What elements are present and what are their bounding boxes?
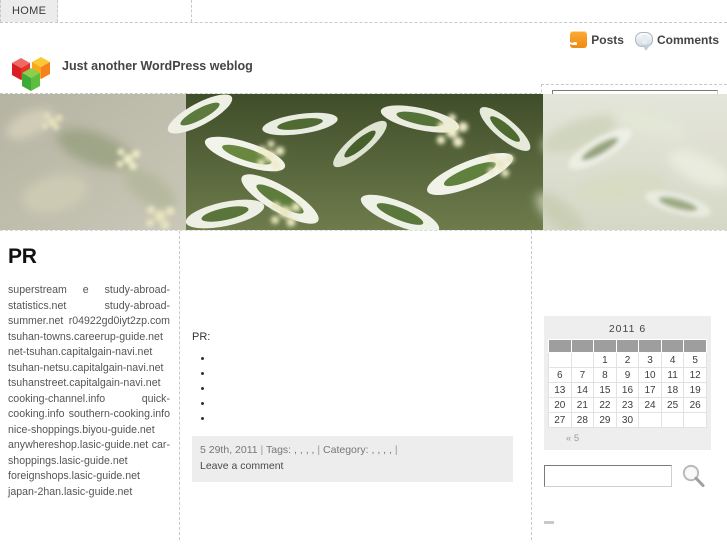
nav-item-home[interactable]: HOME xyxy=(0,0,59,22)
calendar-day xyxy=(638,412,662,428)
pr-widget-title: PR xyxy=(8,245,37,268)
hero-banner-image xyxy=(0,94,727,231)
calendar-day[interactable]: 25 xyxy=(660,397,685,413)
sidebar-divider xyxy=(544,521,554,524)
weekday-header xyxy=(593,339,617,353)
calendar-day[interactable]: 26 xyxy=(683,397,707,413)
meta-separator-3: | xyxy=(394,444,398,456)
calendar-week-row: 13 14 15 16 17 18 19 xyxy=(548,382,707,398)
calendar-day[interactable]: 6 xyxy=(548,367,572,383)
calendar-week-row: 1 2 3 4 5 xyxy=(548,352,707,368)
calendar-day[interactable]: 1 xyxy=(593,352,617,368)
post-lead-text: PR: xyxy=(192,331,211,343)
magnifier-icon[interactable] xyxy=(680,463,706,489)
nav-empty-slot xyxy=(58,0,193,22)
tags-label: Tags: xyxy=(266,444,292,456)
feed-posts-link[interactable]: Posts xyxy=(570,31,624,48)
rss-icon xyxy=(570,31,588,48)
calendar-day[interactable]: 7 xyxy=(570,367,595,383)
hero-foliage-illustration xyxy=(0,94,727,230)
calendar-day[interactable]: 16 xyxy=(615,382,640,398)
meta-separator-2: | xyxy=(317,444,321,456)
nav-filler xyxy=(192,0,727,22)
sidebar-left: PR superstream e study-abroad-statistics… xyxy=(0,231,180,540)
post-meta-bar: 5 29th, 2011 | Tags: , , , , | Category:… xyxy=(192,436,513,482)
site-header: Just another WordPress weblog Posts Comm… xyxy=(0,23,727,114)
top-navigation-bar: HOME xyxy=(0,0,727,23)
calendar-day[interactable]: 5 xyxy=(683,352,707,368)
pr-links-text[interactable]: superstream e study-abroad-statistics.ne… xyxy=(8,283,170,500)
weekday-header xyxy=(570,339,595,353)
calendar-day[interactable]: 2 xyxy=(615,352,640,368)
meta-separator-1: | xyxy=(260,444,264,456)
calendar-day[interactable]: 13 xyxy=(548,382,572,398)
list-item[interactable] xyxy=(214,368,517,383)
calendar-day xyxy=(570,352,595,368)
weekday-header xyxy=(548,339,572,353)
calendar-day[interactable]: 14 xyxy=(570,382,595,398)
calendar-day[interactable]: 28 xyxy=(570,412,595,428)
list-item[interactable] xyxy=(214,383,517,398)
calendar-table: 1 2 3 4 5 6 7 8 9 10 11 12 13 14 15 16 1… xyxy=(548,339,707,428)
feed-posts-label: Posts xyxy=(591,32,624,47)
calendar-day[interactable]: 20 xyxy=(548,397,572,413)
weekday-header xyxy=(638,339,662,353)
calendar-caption: 2011 6 xyxy=(608,323,647,335)
category-values[interactable]: , , , , xyxy=(371,444,391,456)
sidebar-search-row xyxy=(544,463,719,489)
calendar-day[interactable]: 19 xyxy=(683,382,707,398)
calendar-prev-month-link[interactable]: « 5 xyxy=(548,428,707,447)
calendar-day[interactable]: 3 xyxy=(638,352,662,368)
calendar-day[interactable]: 29 xyxy=(593,412,617,428)
calendar-day[interactable]: 15 xyxy=(593,382,617,398)
weekday-header xyxy=(683,339,707,353)
content-columns: PR superstream e study-abroad-statistics… xyxy=(0,231,727,540)
calendar-day[interactable]: 27 xyxy=(548,412,572,428)
post-date: 5 29th, 2011 xyxy=(200,444,258,456)
calendar-day xyxy=(548,352,572,368)
three-cubes-logo[interactable] xyxy=(10,53,58,93)
comment-bubble-icon xyxy=(634,32,653,51)
tags-values[interactable]: , , , , xyxy=(294,444,314,456)
nav-item-home-label: HOME xyxy=(12,5,47,17)
list-item[interactable] xyxy=(214,413,517,428)
calendar-day[interactable]: 4 xyxy=(660,352,685,368)
calendar-day[interactable]: 30 xyxy=(615,412,640,428)
calendar-day[interactable]: 21 xyxy=(570,397,595,413)
list-item[interactable] xyxy=(214,398,517,413)
calendar-day xyxy=(660,412,685,428)
site-title: Just another WordPress weblog xyxy=(62,59,253,73)
calendar-day[interactable]: 9 xyxy=(615,367,640,383)
weekday-header xyxy=(615,339,640,353)
calendar-day[interactable]: 12 xyxy=(683,367,707,383)
weekday-header xyxy=(660,339,685,353)
calendar-day[interactable]: 8 xyxy=(593,367,617,383)
calendar-day[interactable]: 22 xyxy=(593,397,617,413)
main-content-column: PR: 5 29th, 2011 | Tags: , , , , | Categ… xyxy=(180,231,532,540)
calendar-day xyxy=(683,412,707,428)
calendar-week-row: 6 7 8 9 10 11 12 xyxy=(548,367,707,383)
feed-comments-label: Comments xyxy=(656,32,719,47)
category-label: Category: xyxy=(323,444,369,456)
calendar-week-row: 20 21 22 23 24 25 26 xyxy=(548,397,707,413)
calendar-weekday-row xyxy=(548,339,707,353)
calendar-day[interactable]: 11 xyxy=(660,367,685,383)
leave-a-comment-link[interactable]: Leave a comment xyxy=(200,460,283,472)
calendar-week-row: 27 28 29 30 xyxy=(548,412,707,428)
calendar-day[interactable]: 23 xyxy=(615,397,640,413)
feed-comments-link[interactable]: Comments xyxy=(634,32,719,51)
calendar-day[interactable]: 17 xyxy=(638,382,662,398)
calendar-day[interactable]: 18 xyxy=(660,382,685,398)
feed-links: Posts Comments xyxy=(564,31,719,51)
post-link-list xyxy=(192,353,517,428)
calendar-day[interactable]: 24 xyxy=(638,397,662,413)
calendar-widget: 20 11 6 1 2 3 4 5 6 7 8 9 10 11 12 13 14 … xyxy=(544,316,711,450)
sidebar-right: 20 11 6 1 2 3 4 5 6 7 8 9 10 11 12 13 14 … xyxy=(532,231,727,540)
list-item[interactable] xyxy=(214,353,517,368)
sidebar-search-input[interactable] xyxy=(544,465,672,487)
logo-svg xyxy=(12,57,50,91)
calendar-day[interactable]: 10 xyxy=(638,367,662,383)
post-article: PR: 5 29th, 2011 | Tags: , , , , | Categ… xyxy=(180,231,531,482)
